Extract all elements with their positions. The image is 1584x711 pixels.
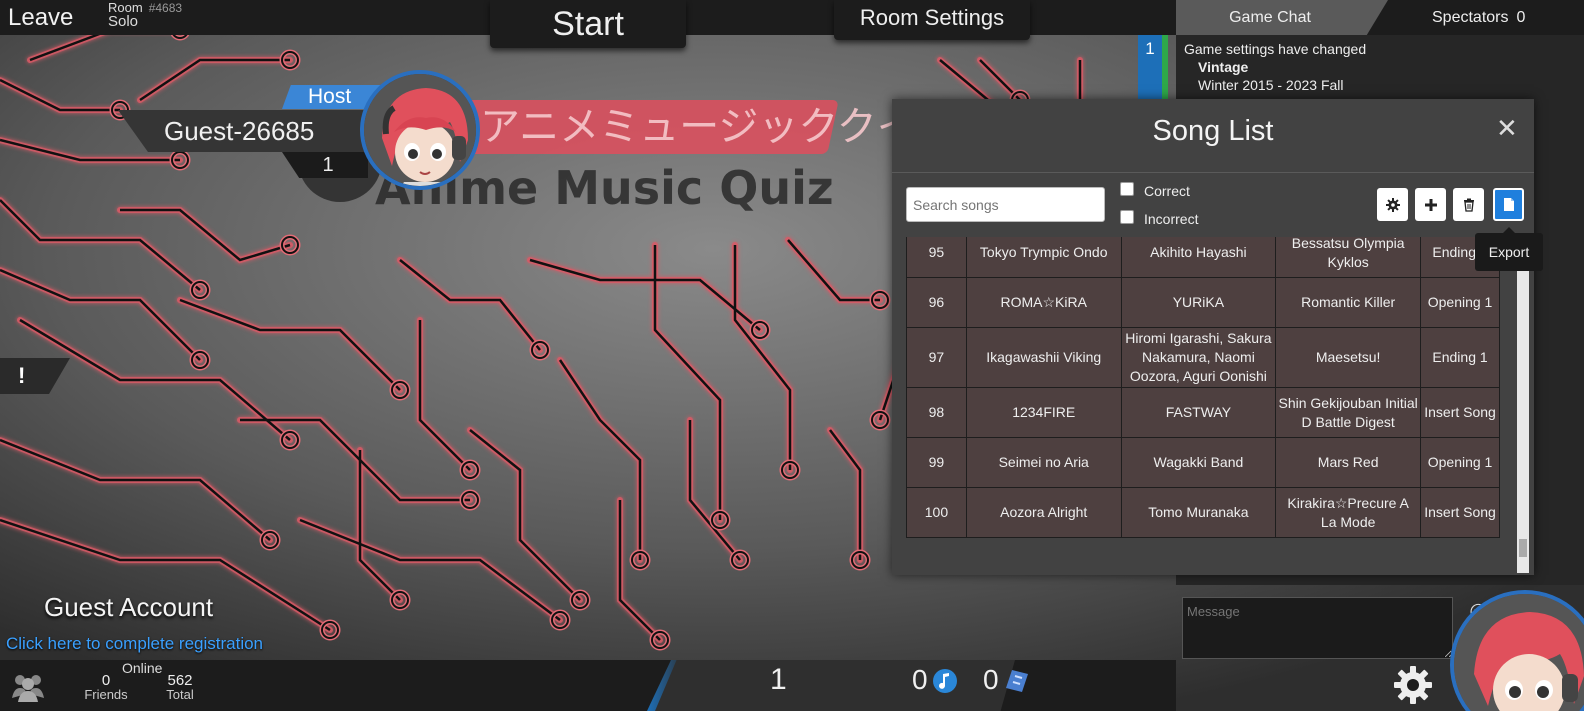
song-list-modal: Song List ✕ Correct Incorrect — [892, 99, 1534, 575]
own-avatar-image — [1454, 594, 1584, 711]
song-anime: Bessatsu Olympia Kyklos — [1275, 237, 1422, 278]
song-artist: Tomo Muranaka — [1120, 487, 1277, 538]
song-name: ROMA☆KiRA — [965, 277, 1122, 328]
table-row[interactable]: 97 Ikagawashii Viking Hiromi Igarashi, S… — [906, 327, 1500, 388]
song-artist: Akihito Hayashi — [1120, 237, 1277, 278]
song-number: 95 — [906, 237, 967, 278]
song-type: Opening 1 — [1420, 437, 1500, 488]
friends-icon[interactable] — [10, 668, 46, 704]
table-scrollbar[interactable] — [1517, 237, 1529, 573]
correct-label: Correct — [1144, 183, 1190, 199]
song-anime: Maesetsu! — [1275, 327, 1422, 388]
tab-game-chat[interactable]: Game Chat — [1176, 0, 1388, 35]
spectator-count: 0 — [1516, 9, 1526, 26]
close-icon[interactable]: ✕ — [1496, 113, 1518, 144]
table-row[interactable]: 98 1234FIRE FASTWAY Shin Gekijouban Init… — [906, 387, 1500, 438]
song-name: 1234FIRE — [965, 387, 1122, 438]
song-number: 98 — [906, 387, 967, 438]
song-anime: Shin Gekijouban Initial D Battle Digest — [1275, 387, 1422, 438]
room-mode: Solo — [108, 13, 139, 30]
song-artist: Hiromi Igarashi, Sakura Nakamura, Naomi … — [1120, 327, 1277, 388]
chat-message-bold: Vintage — [1198, 59, 1249, 75]
song-name: Seimei no Aria — [965, 437, 1122, 488]
song-search-input[interactable] — [906, 187, 1105, 222]
room-settings-button[interactable]: Room Settings — [834, 0, 1030, 40]
chat-message-badge: 1 — [1138, 35, 1168, 101]
song-anime: Mars Red — [1275, 437, 1422, 488]
notes-count: 0 — [912, 664, 928, 695]
song-name: Ikagawashii Viking — [965, 327, 1122, 388]
spectators-label: Spectators — [1432, 9, 1509, 26]
file-icon — [1503, 198, 1514, 211]
tab-spectators[interactable]: Spectators 0 — [1432, 0, 1525, 35]
table-row[interactable]: 96 ROMA☆KiRA YURiKA Romantic Killer Open… — [906, 277, 1500, 328]
room-info: Room #4683 Solo — [108, 1, 183, 30]
start-button[interactable]: Start — [490, 0, 686, 48]
incorrect-label: Incorrect — [1144, 211, 1199, 227]
song-type: Insert Song — [1420, 487, 1500, 538]
table-row[interactable]: 99 Seimei no Aria Wagakki Band Mars Red … — [906, 437, 1500, 488]
total-online-count: 562 Total — [160, 673, 200, 702]
song-artist: YURiKA — [1120, 277, 1277, 328]
stats-panel — [655, 660, 1015, 711]
modal-divider — [892, 172, 1534, 173]
ticket-icon — [1006, 670, 1028, 692]
song-anime: Romantic Killer — [1275, 277, 1422, 328]
table-row[interactable]: 100 Aozora Alright Tomo Muranaka Kirakir… — [906, 487, 1500, 538]
friends-online-count: 0 Friends — [82, 673, 130, 702]
song-number: 100 — [906, 487, 967, 538]
export-button[interactable] — [1493, 188, 1524, 221]
song-type: Opening 1 — [1420, 277, 1500, 328]
registration-link[interactable]: Click here to complete registration — [6, 634, 263, 654]
delete-button[interactable] — [1453, 188, 1484, 221]
note-icon — [933, 669, 957, 693]
chat-message-input[interactable] — [1182, 597, 1453, 659]
song-type: Ending 1 — [1420, 327, 1500, 388]
song-anime: Kirakira☆Precure A La Mode — [1275, 487, 1422, 538]
logo-japanese-text: アニメミュージッククイズ — [480, 104, 956, 150]
settings-button[interactable] — [1377, 188, 1408, 221]
song-name: Tokyo Trympic Ondo — [965, 237, 1122, 278]
correct-checkbox[interactable] — [1120, 182, 1134, 196]
leave-button[interactable]: Leave — [8, 4, 73, 32]
table-row[interactable]: 95 Tokyo Trympic Ondo Akihito Hayashi Be… — [906, 237, 1500, 278]
incorrect-checkbox[interactable] — [1120, 210, 1134, 224]
song-type: Insert Song — [1420, 387, 1500, 438]
room-id: #4683 — [148, 1, 183, 15]
chat-tabs: Game Chat Spectators 0 — [1176, 0, 1584, 35]
add-button[interactable] — [1415, 188, 1446, 221]
player-avatar[interactable] — [360, 70, 480, 190]
plus-icon — [1424, 198, 1437, 211]
chat-message: Game settings have changed Vintage Winte… — [1184, 40, 1366, 94]
song-table: 95 Tokyo Trympic Ondo Akihito Hayashi Be… — [906, 237, 1500, 539]
account-level: 1 — [770, 663, 787, 696]
song-list-title: Song List — [1152, 115, 1274, 147]
song-number: 99 — [906, 437, 967, 488]
song-artist: Wagakki Band — [1120, 437, 1277, 488]
song-name: Aozora Alright — [965, 487, 1122, 538]
export-tooltip: Export — [1475, 227, 1543, 271]
cog-icon — [1385, 197, 1400, 212]
total-label: Total — [166, 687, 194, 702]
chat-message-text: Game settings have changed — [1184, 41, 1367, 57]
trash-icon — [1463, 198, 1474, 212]
song-number: 97 — [906, 327, 967, 388]
tickets-count: 0 — [983, 664, 999, 695]
scrollbar-thumb[interactable] — [1519, 539, 1527, 557]
player-name: Guest-26685 — [118, 110, 368, 152]
chat-message-detail: Winter 2015 - 2023 Fall — [1198, 77, 1344, 93]
exclamation-icon: ! — [18, 363, 26, 388]
song-number: 96 — [906, 277, 967, 328]
song-artist: FASTWAY — [1120, 387, 1277, 438]
friends-label: Friends — [84, 687, 128, 702]
guest-account-title: Guest Account — [44, 592, 214, 622]
